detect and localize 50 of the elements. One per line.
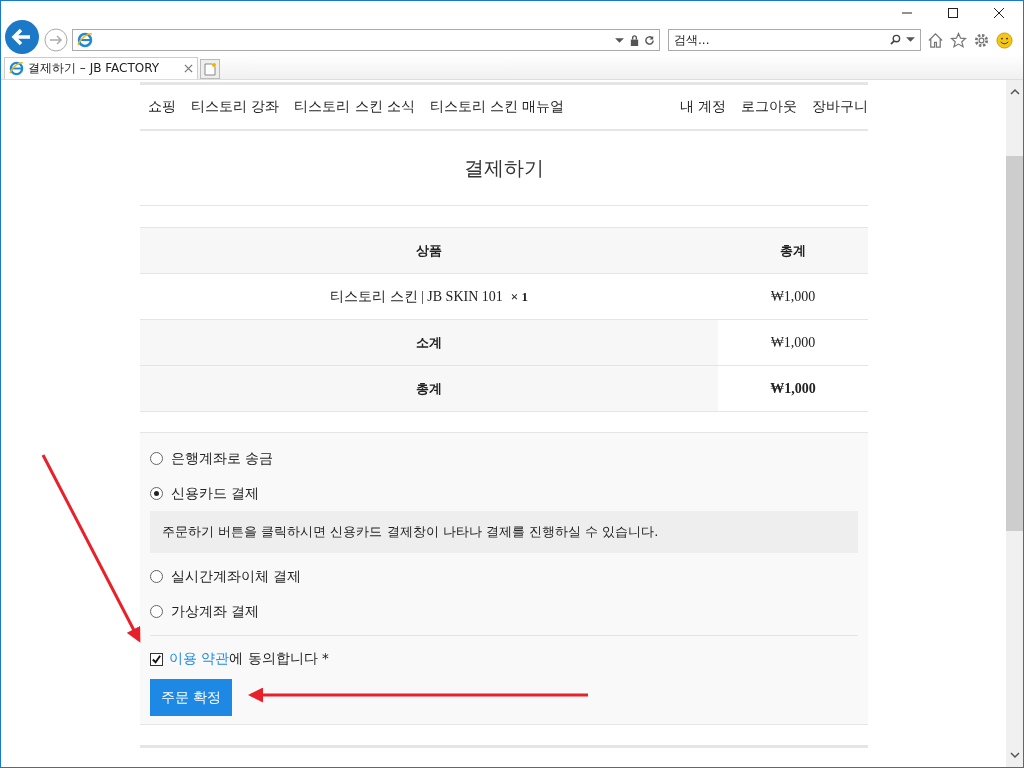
address-field[interactable] <box>72 29 660 51</box>
terms-checkbox[interactable] <box>150 652 163 666</box>
back-icon[interactable] <box>4 19 40 55</box>
nav-link[interactable]: 티스토리 강좌 <box>191 98 280 116</box>
nav-link[interactable]: 로그아웃 <box>741 98 797 116</box>
row-header: 소계 <box>140 319 718 366</box>
payment-option-label[interactable]: 은행계좌로 송금 <box>171 449 274 468</box>
payment-option-label[interactable]: 가상계좌 결제 <box>171 602 260 621</box>
maximize-icon[interactable] <box>947 7 959 19</box>
nav-link[interactable]: 티스토리 스킨 소식 <box>294 98 415 116</box>
star-icon[interactable] <box>950 31 967 49</box>
nav-link[interactable]: 쇼핑 <box>148 98 176 116</box>
table-cell: ₩1,000 <box>718 365 868 412</box>
terms-link[interactable]: 이용 약관 <box>169 650 230 666</box>
column-header: 상품 <box>140 227 718 274</box>
row-header: 총계 <box>140 365 718 412</box>
gear-icon[interactable] <box>973 31 990 49</box>
dropdown-icon[interactable] <box>905 34 916 45</box>
tab-title: 결제하기 – JB FACTORY <box>28 60 161 77</box>
search-icon[interactable] <box>890 34 901 45</box>
table-cell: ₩1,000 <box>718 319 868 366</box>
scrollbar[interactable] <box>1006 80 1023 767</box>
browser-tab[interactable]: 결제하기 – JB FACTORY <box>4 57 198 79</box>
payment-radio[interactable] <box>150 487 163 500</box>
payment-option-label[interactable]: 신용카드 결제 <box>171 484 260 503</box>
scroll-down-icon[interactable] <box>1008 749 1021 761</box>
close-icon[interactable] <box>993 7 1005 19</box>
nav-link[interactable]: 내 계정 <box>679 98 726 116</box>
payment-radio[interactable] <box>150 605 163 618</box>
scrollbar-thumb[interactable] <box>1006 156 1023 531</box>
payment-radio[interactable] <box>150 570 163 583</box>
browser-logo-icon <box>77 32 93 48</box>
search-field[interactable]: 검색... <box>668 29 921 51</box>
browser-logo-icon <box>9 61 24 76</box>
payment-description: 주문하기 버튼을 클릭하시면 신용카드 결제창이 나타나 결제를 진행하실 수 있습니다. <box>150 511 858 553</box>
product-quantity: × 1 <box>510 288 528 304</box>
payment-option-label[interactable]: 실시간계좌이체 결제 <box>171 567 302 586</box>
smiley-icon[interactable] <box>996 31 1013 49</box>
nav-link[interactable]: 티스토리 스킨 매뉴얼 <box>429 98 565 116</box>
payment-radio[interactable] <box>150 452 163 465</box>
lock-icon <box>629 34 640 46</box>
home-icon[interactable] <box>927 31 944 49</box>
page-title: 결제하기 <box>140 131 868 206</box>
nav-link[interactable]: 장바구니 <box>812 98 868 116</box>
column-header: 총계 <box>718 227 868 274</box>
terms-label: 이용 약관에 동의합니다 * <box>169 650 329 668</box>
submit-button[interactable]: 주문 확정 <box>150 679 233 716</box>
refresh-icon[interactable] <box>644 34 655 46</box>
table-cell: ₩1,000 <box>718 273 868 320</box>
product-name: 티스토리 스킨 | JB SKIN 101 <box>330 288 503 304</box>
